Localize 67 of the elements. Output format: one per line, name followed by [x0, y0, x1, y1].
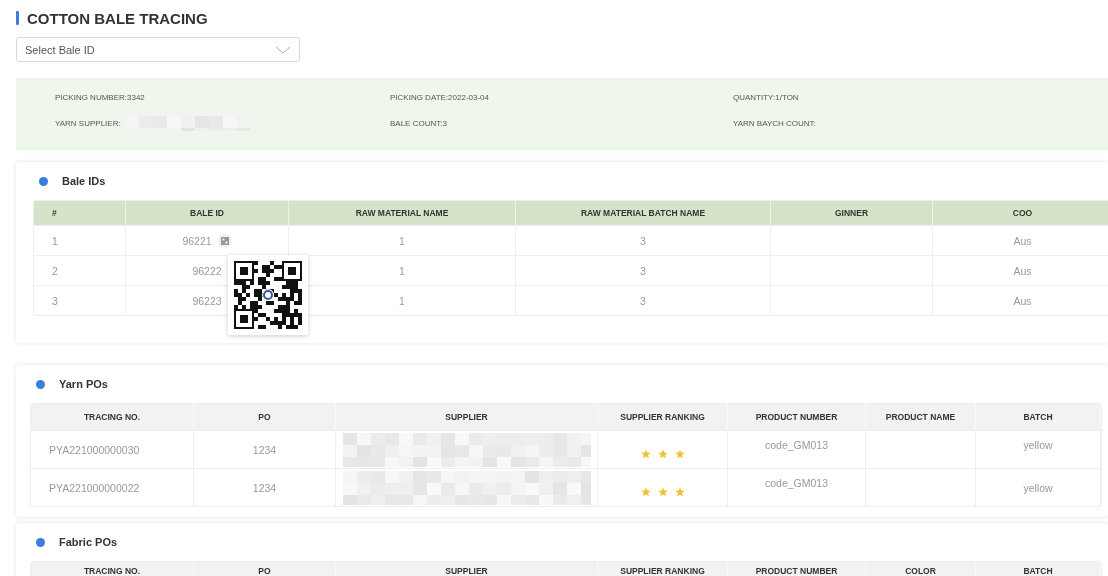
- bale-id-dropdown[interactable]: Select Bale ID: [16, 37, 300, 62]
- star-icon: [657, 448, 668, 459]
- section-title: Yarn POs: [59, 378, 108, 390]
- star-icon: [640, 486, 651, 497]
- star-icon: [674, 448, 685, 459]
- column-header: COLOR: [866, 562, 976, 576]
- column-header: PO: [194, 562, 336, 576]
- column-header: BATCH: [976, 404, 1101, 430]
- table-cell: 1234: [252, 481, 277, 494]
- star-icon: [657, 486, 668, 497]
- column-header: #: [34, 201, 126, 225]
- table-cell: 3: [640, 234, 646, 247]
- column-header: PRODUCT NUMBER: [728, 404, 866, 430]
- column-header: BALE ID: [126, 201, 289, 225]
- summary-field: PICKING NUMBER:3342: [55, 93, 145, 102]
- summary-field: PICKING DATE:2022-03-04: [390, 93, 489, 102]
- column-header: RAW MATERIAL BATCH NAME: [516, 201, 771, 225]
- table-cell: 96223: [192, 294, 222, 307]
- chevron-down-icon: [275, 45, 291, 54]
- table-cell: 96221: [182, 234, 212, 247]
- table-cell: Aus: [1013, 234, 1032, 247]
- table-cell: yellow: [1023, 439, 1053, 451]
- table-cell: Aus: [1013, 294, 1032, 307]
- table-cell: yellow: [1023, 481, 1053, 494]
- table-cell: code_GM013: [764, 477, 828, 489]
- column-header: BATCH: [976, 562, 1101, 576]
- section-dot-icon: [36, 537, 45, 547]
- table-cell: 3: [52, 294, 58, 307]
- star-icon: [674, 486, 685, 497]
- table-cell: code_GM013: [764, 439, 828, 451]
- summary-field: QUANTITY:1/TON: [733, 93, 799, 102]
- table-cell: 1: [52, 234, 58, 247]
- column-header: SUPPLIER RANKING: [598, 404, 728, 430]
- column-header: RAW MATERIAL NAME: [289, 201, 516, 225]
- table-cell: 1234: [252, 443, 277, 456]
- qr-code-drawing: [234, 261, 302, 329]
- column-header: GINNER: [771, 201, 933, 225]
- summary-field: BALE COUNT:3: [390, 119, 447, 128]
- column-header: SUPPLIER: [336, 562, 598, 576]
- table-cell: 3: [640, 294, 646, 307]
- summary-field: YARN BAYCH COUNT:: [733, 119, 816, 128]
- table-cell: 1: [399, 234, 405, 247]
- column-header: TRACING NO.: [31, 404, 194, 430]
- page-title: COTTON BALE TRACING: [27, 9, 208, 27]
- qr-code-icon[interactable]: [217, 233, 232, 248]
- column-header: SUPPLIER RANKING: [598, 562, 728, 576]
- table-cell: 3: [640, 264, 646, 277]
- column-header: SUPPLIER: [336, 404, 598, 430]
- column-header: PO: [194, 404, 336, 430]
- section-title: Fabric POs: [59, 536, 118, 548]
- table-cell: PYA221000000030: [49, 443, 140, 456]
- table-cell: 1: [399, 294, 405, 307]
- column-header: COO: [933, 201, 1108, 225]
- title-accent-bar: [16, 11, 19, 25]
- table-cell: PYA221000000022: [49, 481, 140, 494]
- section-title: Bale IDs: [62, 175, 106, 187]
- table-cell: 96222: [192, 264, 222, 277]
- summary-field: YARN SUPPLIER:: [55, 119, 121, 128]
- column-header: PRODUCT NUMBER: [728, 562, 866, 576]
- section-dot-icon: [36, 379, 45, 389]
- table-cell: Aus: [1013, 264, 1032, 277]
- column-header: TRACING NO.: [31, 562, 194, 576]
- table-cell: 1: [399, 264, 405, 277]
- section-dot-icon: [39, 176, 48, 186]
- column-header: PRODUCT NAME: [866, 404, 976, 430]
- table-cell: 2: [52, 264, 58, 277]
- star-icon: [640, 448, 651, 459]
